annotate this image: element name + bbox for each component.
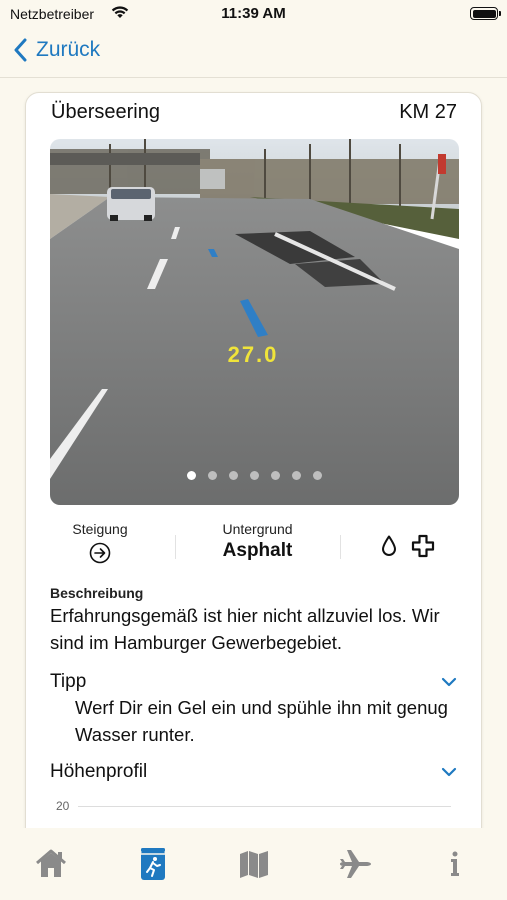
airplane-icon [340, 850, 371, 878]
tab-travel[interactable] [337, 846, 373, 882]
hoehenprofil-toggle[interactable]: Höhenprofil [50, 761, 457, 783]
card-header: Überseering KM 27 [51, 101, 457, 124]
untergrund-label: Untergrund [222, 521, 293, 537]
road-marking-text: 27.0 [228, 342, 279, 367]
back-button[interactable]: Zurück [14, 38, 100, 62]
map-icon [240, 851, 268, 878]
steigung-label: Steigung [72, 521, 128, 537]
navigation-bar: Zurück [0, 28, 507, 78]
chevron-left-icon [14, 38, 27, 62]
road-photo: 27.0 [50, 139, 459, 505]
location-title: Überseering [51, 101, 160, 123]
chevron-down-icon [441, 677, 457, 687]
steigung-stat: Steigung [65, 521, 135, 569]
stats-row: Steigung Untergrund Asphalt [50, 521, 457, 577]
info-icon [451, 851, 459, 876]
tab-info[interactable] [437, 846, 473, 882]
home-icon [36, 849, 66, 877]
elevation-tick-label: 20 [56, 799, 70, 813]
tipp-heading: Tipp [50, 671, 87, 692]
page-dot[interactable] [187, 471, 196, 480]
page-dot[interactable] [229, 471, 238, 480]
untergrund-value: Asphalt [222, 540, 293, 561]
page-dot[interactable] [208, 471, 217, 480]
back-label: Zurück [36, 38, 101, 61]
page-dot[interactable] [250, 471, 259, 480]
status-bar: Netzbetreiber 11:39 AM [0, 0, 507, 28]
tab-map[interactable] [236, 846, 272, 882]
tipp-toggle[interactable]: Tipp [50, 671, 457, 693]
clock: 11:39 AM [221, 5, 286, 22]
arrow-right-circle-icon [89, 542, 111, 564]
water-drop-icon [382, 535, 396, 556]
hoehenprofil-heading: Höhenprofil [50, 761, 148, 782]
tab-bar [0, 828, 507, 900]
page-dot[interactable] [292, 471, 301, 480]
battery-icon [470, 7, 501, 20]
page-dot[interactable] [271, 471, 280, 480]
kilometer-card: Überseering KM 27 27.0 Steigung Untergru… [25, 92, 482, 852]
page-dot[interactable] [313, 471, 322, 480]
beschreibung-text: Erfahrungsgemäß ist hier nicht allzuviel… [50, 605, 440, 653]
chevron-down-icon [441, 767, 457, 777]
tab-running[interactable] [135, 846, 171, 882]
medical-plus-icon [411, 534, 435, 558]
runner-icon [141, 848, 165, 880]
stats-divider [340, 535, 341, 559]
beschreibung-heading: Beschreibung [50, 585, 144, 601]
untergrund-stat: Untergrund Asphalt [200, 521, 315, 562]
tipp-text: Werf Dir ein Gel ein und spühle ihn mit … [75, 697, 448, 745]
page-indicator[interactable] [50, 471, 459, 480]
photo-carousel[interactable]: 27.0 [50, 139, 459, 505]
km-label: KM 27 [399, 101, 457, 123]
elevation-gridline [78, 806, 451, 807]
stats-divider [175, 535, 176, 559]
tab-home[interactable] [33, 846, 69, 882]
